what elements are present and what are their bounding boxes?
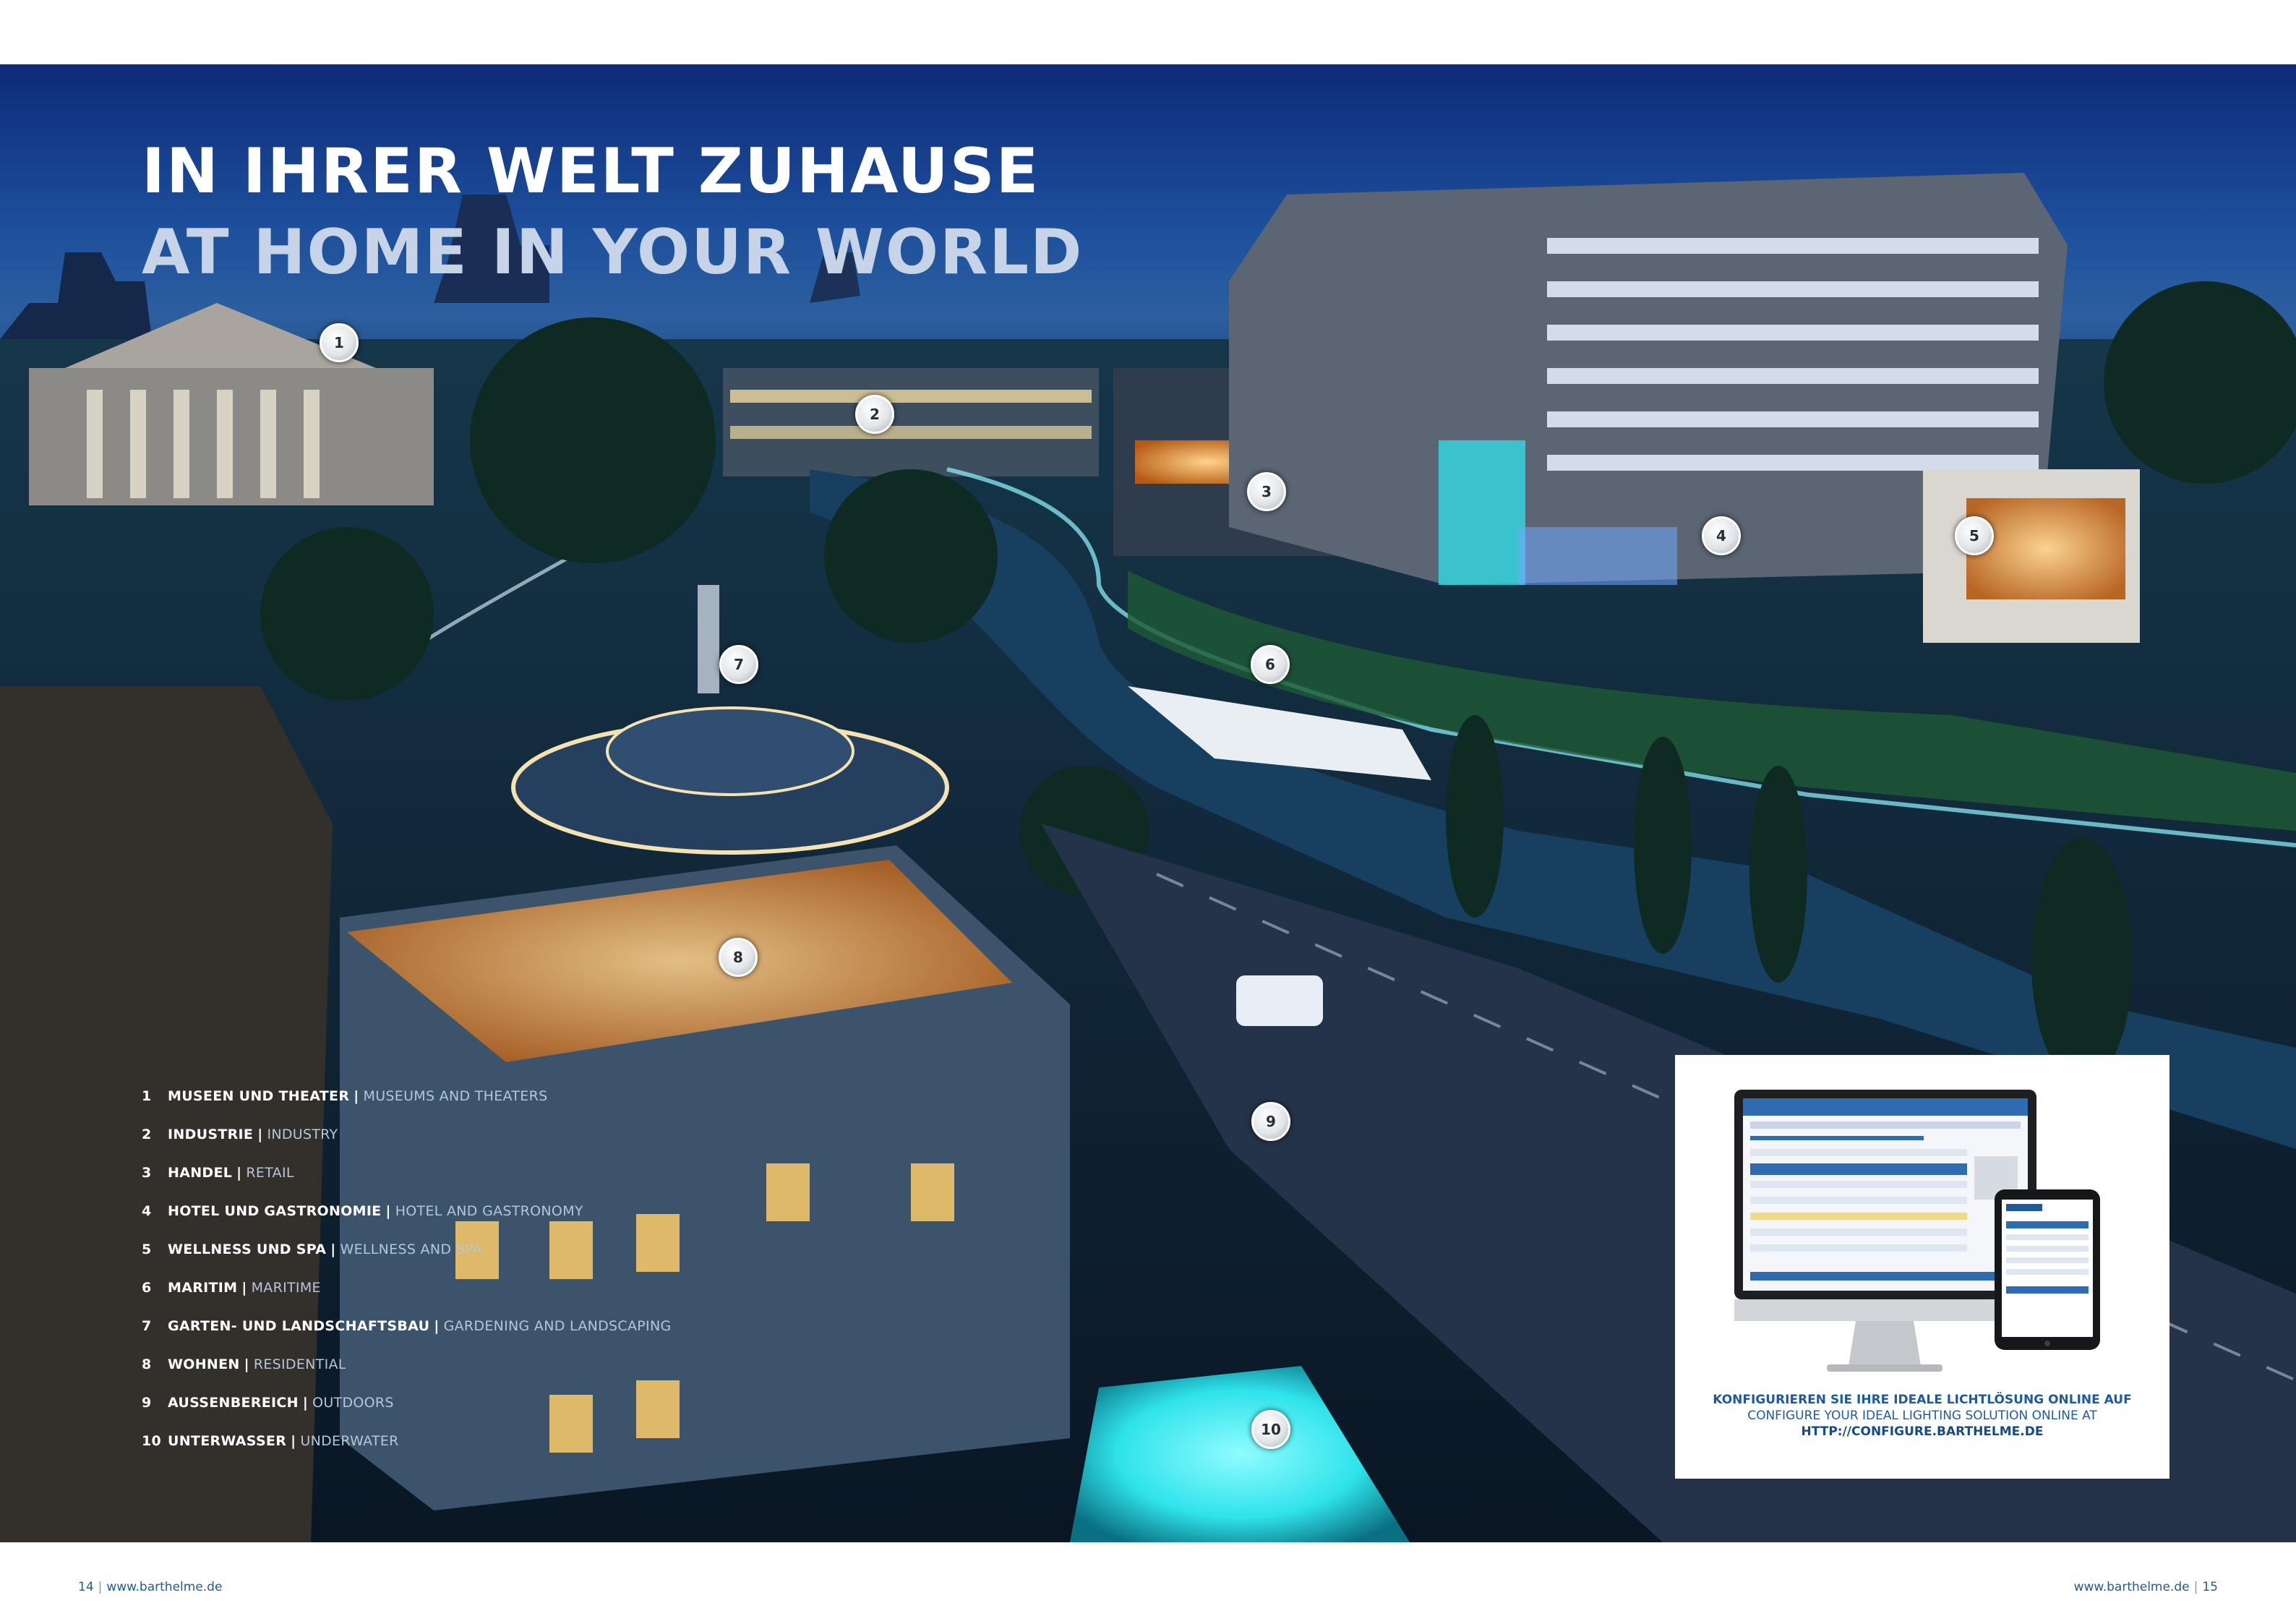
legend-number: 10: [142, 1432, 162, 1449]
right-folio: www.barthelme.de | 15: [2074, 1580, 2218, 1594]
cta-german: KONFIGURIEREN SIE IHRE IDEALE LICHTLÖSUN…: [1713, 1393, 2132, 1407]
legend-number: 2: [142, 1126, 152, 1142]
legend-number: 7: [142, 1317, 152, 1334]
legend-label-en: HOTEL AND GASTRONOMY: [395, 1202, 583, 1219]
cta-english: CONFIGURE YOUR IDEAL LIGHTING SOLUTION O…: [1747, 1409, 2097, 1423]
configurator-call-to-action: KONFIGURIEREN SIE IHRE IDEALE LICHTLÖSUN…: [1675, 1392, 2169, 1440]
legend-number: 9: [142, 1394, 152, 1411]
legend-item: 5 WELLNESS UND SPA | WELLNESS AND SPA: [142, 1230, 671, 1268]
headline-german: IN IHRER WELT ZUHAUSE: [142, 135, 1040, 208]
legend-label-en: WELLNESS AND SPA: [340, 1241, 482, 1257]
legend-number: 5: [142, 1241, 152, 1257]
legend-label-de: AUSSENBEREICH: [168, 1394, 299, 1411]
headline-english: AT HOME IN YOUR WORLD: [142, 216, 1084, 289]
legend-label-de: HOTEL UND GASTRONOMIE: [168, 1202, 382, 1219]
legend-separator: |: [291, 1432, 296, 1449]
legend-separator: |: [257, 1126, 263, 1142]
legend-item: 4 HOTEL UND GASTRONOMIE | HOTEL AND GASTRON…: [142, 1192, 671, 1230]
page-number-left: 14: [78, 1580, 94, 1594]
configurator-url-link[interactable]: HTTP://CONFIGURE.BARTHELME.DE: [1675, 1424, 2169, 1440]
marker-1: 1: [320, 323, 359, 362]
legend-item: 1 MUSEEN UND THEATER | MUSEUMS AND THEATERS: [142, 1077, 671, 1115]
folio-separator: |: [98, 1580, 103, 1594]
configurator-promo-card: KONFIGURIEREN SIE IHRE IDEALE LICHTLÖSUN…: [1675, 1055, 2169, 1479]
headline: IN IHRER WELT ZUHAUSE AT HOME IN YOUR WO…: [142, 131, 1083, 293]
legend-label-de: MUSEEN UND THEATER: [168, 1087, 350, 1104]
legend-label-en: RESIDENTIAL: [253, 1356, 346, 1372]
legend-label-de: MARITIM: [168, 1279, 238, 1296]
legend-number: 6: [142, 1279, 152, 1296]
marker-8: 8: [719, 938, 758, 977]
page-footer: 14 | www.barthelme.de www.barthelme.de | 15: [0, 1542, 2296, 1624]
marker-4: 4: [1702, 516, 1741, 555]
marker-10: 10: [1251, 1410, 1290, 1449]
legend-label-de: GARTEN- UND LANDSCHAFTSBAU: [168, 1317, 430, 1334]
marker-9: 9: [1251, 1102, 1290, 1141]
legend-label-de: UNTERWASSER: [168, 1432, 287, 1449]
website-link-left[interactable]: www.barthelme.de: [106, 1580, 222, 1594]
legend-item: 3 HANDEL | RETAIL: [142, 1153, 671, 1192]
legend-number: 1: [142, 1087, 152, 1104]
legend-item: 8 WOHNEN | RESIDENTIAL: [142, 1345, 671, 1383]
legend-item: 2 INDUSTRIE | INDUSTRY: [142, 1115, 671, 1153]
legend-item: 6 MARITIM | MARITIME: [142, 1268, 671, 1307]
folio-separator: |: [2193, 1580, 2198, 1594]
legend-label-en: RETAIL: [246, 1164, 294, 1181]
legend-number: 4: [142, 1202, 152, 1219]
application-legend: 1 MUSEEN UND THEATER | MUSEUMS AND THEATERS…: [142, 1077, 671, 1460]
legend-label-de: INDUSTRIE: [168, 1126, 254, 1142]
legend-label-en: OUTDOORS: [312, 1394, 394, 1411]
night-city-illustration: IN IHRER WELT ZUHAUSE AT HOME IN YOUR WO…: [0, 64, 2296, 1542]
page-number-right: 15: [2202, 1580, 2218, 1594]
legend-item: 9 AUSSENBEREICH | OUTDOORS: [142, 1383, 671, 1422]
legend-separator: |: [244, 1356, 249, 1372]
configurator-devices-illustration: [1734, 1090, 2100, 1372]
legend-separator: |: [241, 1279, 247, 1296]
legend-label-de: WOHNEN: [168, 1356, 240, 1372]
marker-3: 3: [1247, 472, 1286, 511]
marker-6: 6: [1251, 645, 1290, 684]
legend-separator: |: [330, 1241, 336, 1257]
legend-label-en: INDUSTRY: [267, 1126, 338, 1142]
website-link-right[interactable]: www.barthelme.de: [2074, 1580, 2190, 1594]
marker-7: 7: [719, 645, 758, 684]
legend-item: 7 GARTEN- UND LANDSCHAFTSBAU | GARDENING AN…: [142, 1307, 671, 1345]
legend-label-de: HANDEL: [168, 1164, 233, 1181]
legend-separator: |: [354, 1087, 359, 1104]
marker-5: 5: [1955, 516, 1994, 555]
legend-separator: |: [302, 1394, 309, 1411]
legend-item: 10 UNTERWASSER | UNDERWATER: [142, 1422, 671, 1460]
left-folio: 14 | www.barthelme.de: [78, 1580, 222, 1594]
legend-label-en: MARITIME: [251, 1279, 321, 1296]
legend-label-en: UNDERWATER: [300, 1432, 399, 1449]
legend-label-en: GARDENING AND LANDSCAPING: [443, 1317, 672, 1334]
legend-separator: |: [434, 1317, 440, 1334]
legend-separator: |: [385, 1202, 391, 1219]
marker-2: 2: [855, 395, 894, 434]
legend-number: 3: [142, 1164, 152, 1181]
legend-label-en: MUSEUMS AND THEATERS: [363, 1087, 548, 1104]
legend-separator: |: [236, 1164, 242, 1181]
legend-number: 8: [142, 1356, 152, 1372]
legend-label-de: WELLNESS UND SPA: [168, 1241, 327, 1257]
